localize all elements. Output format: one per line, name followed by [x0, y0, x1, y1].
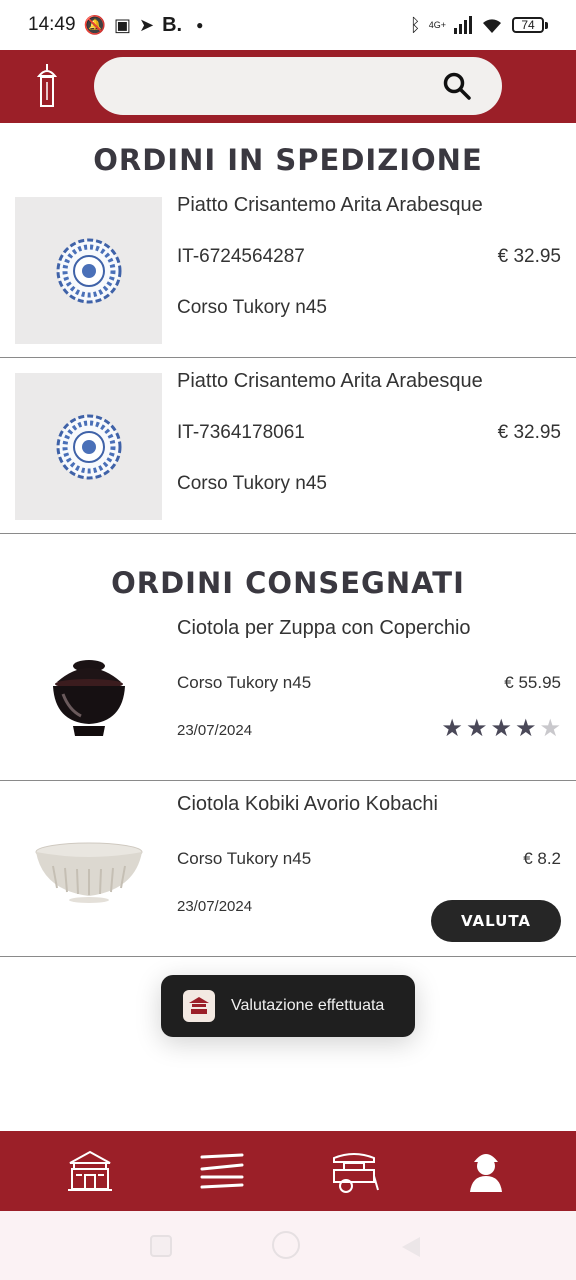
delivery-address: Corso Tukory n45: [177, 673, 312, 692]
mute-icon: 🔕: [83, 14, 106, 35]
shipping-order-item[interactable]: Piatto Crisantemo Arita Arabesque IT-672…: [0, 182, 576, 358]
order-price: € 32.95: [497, 246, 561, 267]
telegram-icon: ➤: [138, 14, 155, 35]
search-input[interactable]: [118, 69, 438, 103]
nav-profile[interactable]: [456, 1141, 516, 1201]
star-icon[interactable]: ★: [490, 717, 512, 741]
order-price: € 8.2: [523, 849, 561, 868]
system-navigation-bar: [0, 1211, 576, 1280]
bottom-navigation: [0, 1131, 576, 1211]
rate-button[interactable]: VALUTA: [431, 900, 561, 942]
product-name: Ciotola per Zuppa con Coperchio: [177, 617, 471, 639]
recent-apps-button[interactable]: [150, 1235, 172, 1257]
lantern-logo-icon[interactable]: [34, 62, 60, 110]
geisha-profile-icon: [470, 1154, 502, 1192]
order-price: € 32.95: [497, 422, 561, 443]
toast-text: Valutazione effettuata: [231, 997, 385, 1014]
nav-home[interactable]: [60, 1141, 120, 1201]
battery-level: 74: [512, 17, 544, 33]
shipping-orders-title: ORDINI IN SPEDIZIONE: [93, 143, 483, 177]
toast-notification: Valutazione effettuata: [161, 975, 415, 1037]
product-name: Ciotola Kobiki Avorio Kobachi: [177, 793, 438, 815]
delivered-order-item[interactable]: Ciotola Kobiki Avorio Kobachi Corso Tuko…: [0, 781, 576, 957]
signal-icon: [454, 16, 472, 34]
bluetooth-icon: ᛒ: [409, 14, 421, 35]
shipping-order-item[interactable]: Piatto Crisantemo Arita Arabesque IT-736…: [0, 358, 576, 534]
twitch-icon: ▣: [113, 14, 131, 35]
back-button[interactable]: [400, 1235, 422, 1259]
delivered-orders-title: ORDINI CONSEGNATI: [111, 566, 465, 600]
status-bar: 14:49 🔕 ▣ ➤ B. ● ᛒ 4G+ 74: [0, 0, 576, 50]
star-icon[interactable]: ★: [515, 717, 537, 741]
status-time: 14:49: [28, 14, 76, 35]
product-image: [15, 197, 162, 344]
nav-menu[interactable]: [192, 1141, 252, 1201]
star-icon[interactable]: ★: [441, 717, 463, 741]
product-name: Piatto Crisantemo Arita Arabesque: [177, 370, 483, 392]
house-icon: [68, 1150, 112, 1191]
battery-icon: 74: [512, 17, 548, 33]
product-name: Piatto Crisantemo Arita Arabesque: [177, 194, 483, 216]
delivery-date: 23/07/2024: [177, 722, 253, 739]
rating-stars: ★ ★ ★ ★ ★: [441, 717, 561, 741]
app-header: [0, 50, 576, 123]
order-code: IT-7364178061: [177, 422, 305, 443]
order-price: € 55.95: [504, 673, 561, 692]
product-image: [15, 373, 162, 520]
search-icon[interactable]: [442, 71, 472, 101]
app-icon: [183, 990, 215, 1022]
star-icon[interactable]: ★: [466, 717, 488, 741]
star-icon[interactable]: ★: [539, 717, 561, 741]
chopsticks-icon: [200, 1153, 244, 1189]
b-app-icon: B.: [162, 13, 183, 36]
home-button[interactable]: [272, 1231, 300, 1259]
delivery-date: 23/07/2024: [177, 898, 253, 915]
order-code: IT-6724564287: [177, 246, 305, 267]
nav-cart[interactable]: [324, 1141, 384, 1201]
food-cart-icon: [333, 1153, 379, 1193]
search-bar: [94, 57, 502, 115]
delivery-address: Corso Tukory n45: [177, 297, 327, 318]
delivery-address: Corso Tukory n45: [177, 473, 327, 494]
product-image: [15, 620, 162, 767]
delivered-order-item[interactable]: Ciotola per Zuppa con Coperchio Corso Tu…: [0, 605, 576, 781]
wifi-icon: [483, 19, 501, 33]
delivery-address: Corso Tukory n45: [177, 849, 312, 868]
more-notifications-icon: ●: [196, 18, 204, 32]
product-image: [15, 796, 162, 943]
network-type: 4G+: [428, 19, 446, 30]
